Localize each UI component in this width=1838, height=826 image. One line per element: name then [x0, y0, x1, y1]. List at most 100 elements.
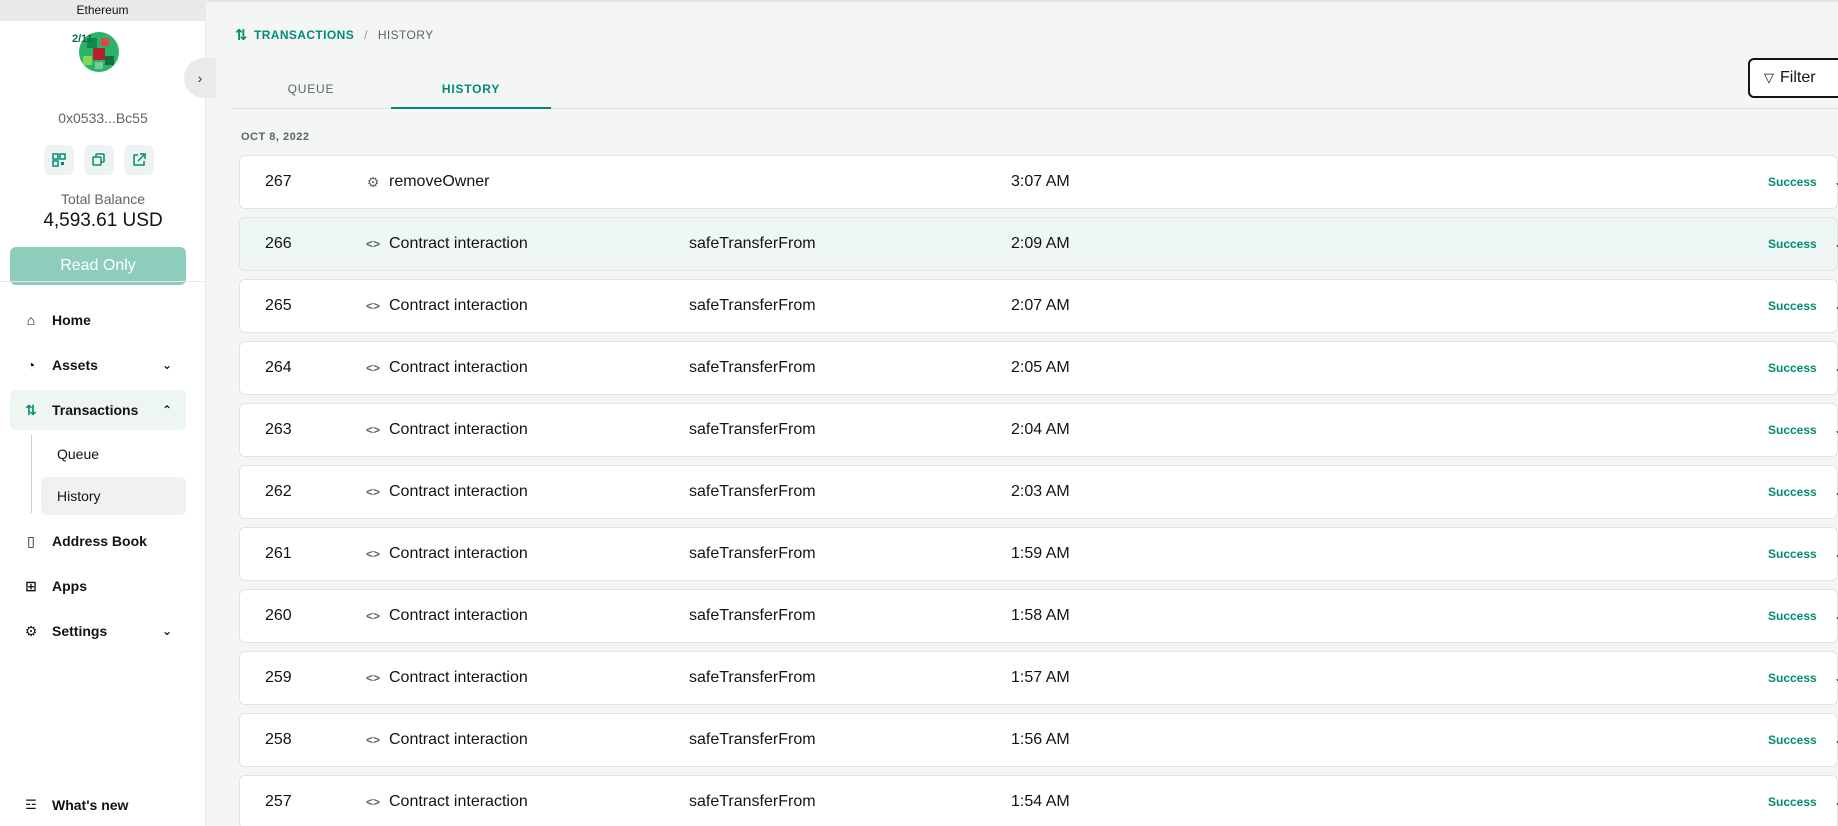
copy-address-button[interactable]	[84, 145, 114, 175]
network-label: Ethereum	[0, 0, 205, 21]
tx-nonce: 258	[265, 731, 292, 748]
transaction-list: 267 ⚙ removeOwner 3:07 AM Success ⌄ 266 <> Contr…	[239, 155, 1838, 826]
chevron-down-icon[interactable]: ⌄	[1834, 299, 1838, 313]
sidebar-item-assets[interactable]: ◔ Assets ⌄	[10, 345, 186, 385]
address-book-icon: ▯	[27, 532, 35, 549]
tx-nonce: 266	[265, 235, 292, 252]
tab-queue[interactable]: QUEUE	[231, 70, 391, 108]
gift-icon: ☲	[25, 797, 37, 812]
code-icon: <>	[365, 671, 380, 685]
table-row[interactable]: 261 <> Contract interaction safeTransferFro…	[239, 527, 1838, 581]
code-icon: <>	[365, 609, 380, 623]
table-row[interactable]: 265 <> Contract interaction safeTransferFro…	[239, 279, 1838, 333]
table-row[interactable]: 259 <> Contract interaction safeTransferFro…	[239, 651, 1838, 705]
tx-time: 1:58 AM	[1011, 607, 1070, 624]
breadcrumb-section[interactable]: TRANSACTIONS	[254, 28, 354, 42]
chevron-down-icon[interactable]: ⌄	[1834, 237, 1838, 251]
tx-type: Contract interaction	[389, 421, 528, 438]
sidebar-item-label: Assets	[52, 357, 98, 373]
tx-nonce: 263	[265, 421, 292, 438]
code-icon: <>	[365, 547, 380, 561]
chevron-down-icon[interactable]: ⌄	[1834, 609, 1838, 623]
tx-nonce: 257	[265, 793, 292, 810]
open-explorer-button[interactable]	[124, 145, 154, 175]
chevron-down-icon[interactable]: ⌄	[1834, 175, 1838, 189]
tx-method: safeTransferFrom	[689, 297, 816, 314]
code-icon: <>	[365, 361, 380, 375]
tx-nonce: 265	[265, 297, 292, 314]
tx-type: Contract interaction	[389, 669, 528, 686]
table-row[interactable]: 264 <> Contract interaction safeTransferFro…	[239, 341, 1838, 395]
assets-icon: ◔	[26, 357, 36, 373]
status-badge: Success	[1768, 299, 1817, 313]
tx-nonce: 260	[265, 607, 292, 624]
table-row[interactable]: 257 <> Contract interaction safeTransferFro…	[239, 775, 1838, 826]
sidebar-item-apps[interactable]: ⊞ Apps	[10, 566, 186, 606]
tx-nonce: 267	[265, 173, 292, 190]
qr-code-button[interactable]	[44, 145, 74, 175]
threshold-badge: 2/11	[72, 33, 93, 45]
tx-method: safeTransferFrom	[689, 545, 816, 562]
sidebar-item-history[interactable]: History	[41, 477, 186, 515]
breadcrumb: ⇅ TRANSACTIONS / HISTORY	[235, 26, 434, 44]
tx-type: Contract interaction	[389, 731, 528, 748]
tx-method: safeTransferFrom	[689, 359, 816, 376]
table-row[interactable]: 262 <> Contract interaction safeTransferFro…	[239, 465, 1838, 519]
filter-button[interactable]: ▽ Filter	[1748, 58, 1838, 98]
transactions-subnav: Queue History	[10, 435, 186, 515]
sidebar-item-label: Transactions	[52, 402, 139, 418]
filter-icon: ▽	[1764, 70, 1774, 85]
status-badge: Success	[1768, 671, 1817, 685]
status-badge: Success	[1768, 237, 1817, 251]
sidebar-item-settings[interactable]: ⚙ Settings ⌄	[10, 611, 186, 651]
whats-new-link[interactable]: ☲ What's new	[10, 790, 128, 820]
tx-method: safeTransferFrom	[689, 421, 816, 438]
home-icon: ⌂	[26, 312, 36, 328]
table-row[interactable]: 263 <> Contract interaction safeTransferFro…	[239, 403, 1838, 457]
status-badge: Success	[1768, 795, 1817, 809]
status-badge: Success	[1768, 423, 1817, 437]
tab-history[interactable]: HISTORY	[391, 70, 551, 109]
code-icon: <>	[365, 423, 380, 437]
sidebar-nav: ⌂ Home ◔ Assets ⌄ ⇅ Transactions ⌃ Queue…	[10, 300, 186, 656]
safe-address: 0x0533...Bc55	[58, 110, 148, 126]
tx-type: Contract interaction	[389, 793, 528, 810]
sidebar-item-home[interactable]: ⌂ Home	[10, 300, 186, 340]
sidebar-divider	[0, 281, 206, 282]
table-row[interactable]: 258 <> Contract interaction safeTransferFro…	[239, 713, 1838, 767]
table-row[interactable]: 267 ⚙ removeOwner 3:07 AM Success ⌄	[239, 155, 1838, 209]
read-only-button[interactable]: Read Only	[10, 247, 186, 285]
breadcrumb-current: HISTORY	[377, 28, 434, 42]
tx-type: Contract interaction	[389, 483, 528, 500]
transactions-icon: ⇅	[25, 401, 37, 418]
table-row[interactable]: 260 <> Contract interaction safeTransferFro…	[239, 589, 1838, 643]
transactions-icon: ⇅	[235, 27, 248, 44]
status-badge: Success	[1768, 733, 1817, 747]
filter-label: Filter	[1780, 69, 1816, 86]
code-icon: <>	[365, 733, 380, 747]
table-row[interactable]: 266 <> Contract interaction safeTransferFro…	[239, 217, 1838, 271]
chevron-down-icon[interactable]: ⌄	[1834, 733, 1838, 747]
chevron-down-icon[interactable]: ⌄	[1834, 485, 1838, 499]
sidebar-item-label: Home	[52, 312, 91, 328]
status-badge: Success	[1768, 547, 1817, 561]
sidebar-item-label: Settings	[52, 623, 108, 639]
chevron-down-icon[interactable]: ⌄	[1834, 671, 1838, 685]
tx-method: safeTransferFrom	[689, 483, 816, 500]
tx-time: 2:09 AM	[1011, 235, 1070, 252]
chevron-down-icon[interactable]: ⌄	[1834, 361, 1838, 375]
sidebar-item-label: Apps	[52, 578, 87, 594]
sidebar-item-queue[interactable]: Queue	[41, 435, 186, 473]
date-group-label: OCT 8, 2022	[241, 131, 310, 143]
chevron-down-icon[interactable]: ⌄	[1834, 795, 1838, 809]
sidebar-item-transactions[interactable]: ⇅ Transactions ⌃	[10, 390, 186, 430]
tx-type: Contract interaction	[389, 359, 528, 376]
apps-icon: ⊞	[25, 577, 37, 594]
tx-nonce: 259	[265, 669, 292, 686]
chevron-down-icon[interactable]: ⌄	[1834, 423, 1838, 437]
tx-time: 1:54 AM	[1011, 793, 1070, 810]
chevron-down-icon[interactable]: ⌄	[1834, 547, 1838, 561]
tx-time: 3:07 AM	[1011, 173, 1070, 190]
subnav-line	[31, 435, 32, 513]
sidebar-item-address-book[interactable]: ▯ Address Book	[10, 521, 186, 561]
